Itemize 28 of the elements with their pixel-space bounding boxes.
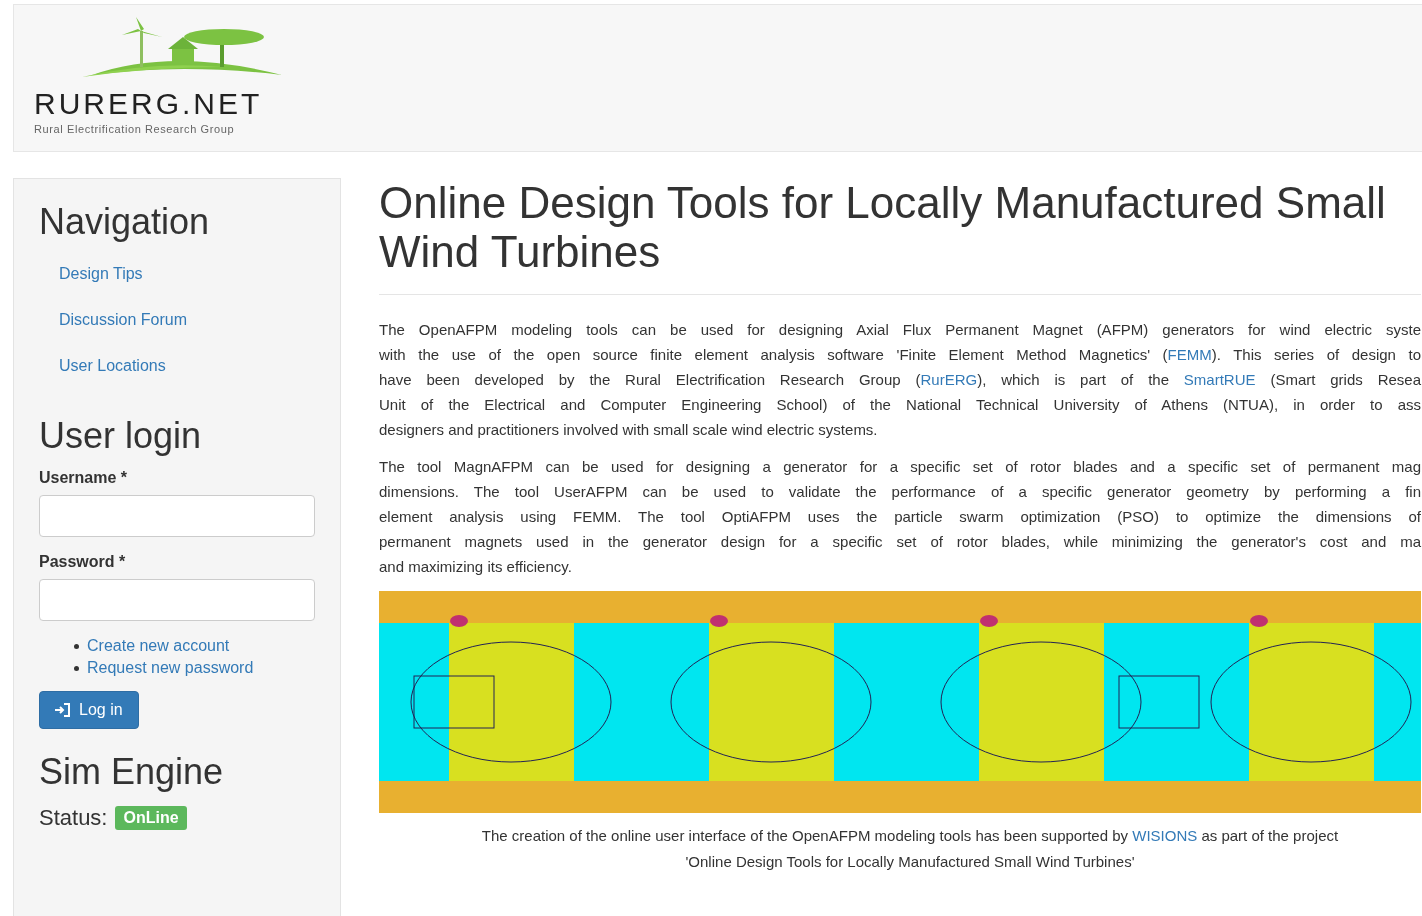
status-badge: OnLine — [115, 806, 187, 830]
inline-link[interactable]: WISIONS — [1132, 827, 1198, 844]
account-link[interactable]: Request new password — [87, 659, 254, 677]
field-label: Password * — [39, 553, 127, 571]
nav-link[interactable]: User Locations — [59, 357, 166, 375]
bullet-icon — [74, 665, 79, 671]
figure-caption: The creation of the online user interface of the OpenAFPM modeling tools has been supported by WISIONS as part of the project 'Online Design Tools for Locally Manufactured Small Wind Turbines' — [480, 826, 1340, 872]
logo-tagline: Rural Electrification Research Group — [34, 123, 235, 135]
login-heading: User login — [39, 415, 203, 457]
account-link[interactable]: Create new account — [87, 637, 230, 655]
field-label: Username * — [39, 469, 129, 487]
nav-link[interactable]: Design Tips — [59, 265, 143, 283]
status-label: Status: — [39, 805, 108, 831]
nav-link[interactable]: Discussion Forum — [59, 311, 188, 329]
input-field[interactable] — [39, 495, 315, 537]
page-title: Online Design Tools for Locally Manufactured Small Wind Turbines — [379, 178, 1387, 276]
login-button[interactable]: Log in — [39, 691, 139, 729]
sim-engine-heading: Sim Engine — [39, 751, 225, 793]
inline-link[interactable]: RurERG — [920, 371, 978, 388]
inline-link[interactable]: SmartRUE — [1183, 371, 1256, 388]
bullet-icon — [74, 643, 79, 649]
body-paragraph: The tool MagnAFPM can be used for designing a generator for a specific set of rotor blades and a specific set of permanent mag dimensions. The tool UserAFPM can be used to validate the performance of a specific generator geometry by performing a fin element analysis using FEMM. The tool OptiAFPM uses the particle swarm optimization (PSO) to optimize the dimensions of permanent magnets used in the generator design for a specific set of rotor blades, while minimizing the generator's cost and ma and maximizing its efficiency. — [379, 457, 1421, 577]
navigation-heading: Navigation — [39, 201, 211, 243]
inline-link[interactable]: FEMM — [1167, 346, 1212, 363]
logo-wordmark: RURERG.NET — [34, 87, 263, 121]
body-paragraph: The OpenAFPM modeling tools can be used for designing Axial Flux Permanent Magnet (AFPM) generators for wind electric syste with the use of the open source finite element analysis software 'Finite Element Method Magnetics' (FEMM). This series of design to have been developed by the Rural Electrification Research Group (RurERG), which is part of the SmartRUE (Smart grids Resea Unit of the Electrical and Computer Engineering School) of the National Technical University of Athens (NTUA), in order to ass designers and practitioners involved with small scale wind electric systems. — [379, 320, 1421, 440]
input-field[interactable] — [39, 579, 315, 621]
sign-in-icon — [55, 703, 71, 717]
